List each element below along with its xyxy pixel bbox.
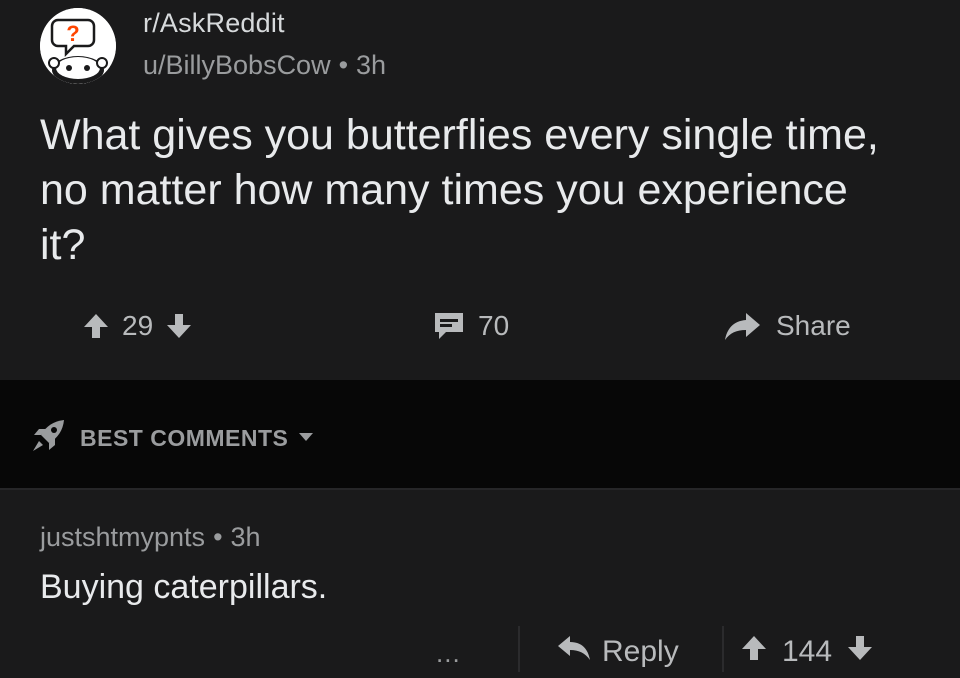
askreddit-snoo-icon: ? [40, 8, 116, 84]
meta-separator: • [338, 50, 349, 80]
action-divider [722, 626, 724, 672]
comment-age: 3h [230, 522, 261, 552]
comment-card: justshtmypnts • 3h Buying caterpillars. ..… [0, 492, 960, 678]
share-arrow-icon [722, 311, 762, 341]
post-score: 29 [122, 310, 154, 341]
comment-author[interactable]: justshtmypnts [40, 522, 205, 552]
reply-button[interactable]: Reply [556, 634, 679, 670]
comment-meta: justshtmypnts • 3h [40, 522, 261, 553]
downvote-icon[interactable] [165, 312, 193, 340]
reply-label: Reply [602, 635, 679, 668]
more-options-button[interactable]: ... [436, 638, 461, 669]
sort-dropdown[interactable]: BEST COMMENTS [30, 418, 314, 459]
post-age: 3h [356, 50, 387, 80]
post-vote-control: 29 [82, 310, 193, 342]
upvote-icon[interactable] [82, 312, 110, 340]
comment-actions: ... Reply 144 [0, 626, 960, 678]
post-author[interactable]: u/BillyBobsCow [143, 50, 331, 80]
meta-separator: • [213, 522, 223, 552]
question-mark-glyph: ? [66, 21, 79, 46]
post-actions: 29 70 Share [0, 300, 960, 360]
comment-count: 70 [478, 310, 510, 341]
comment-body: Buying caterpillars. [40, 568, 328, 606]
comment-score: 144 [782, 635, 833, 668]
action-divider [518, 626, 520, 672]
subreddit-name[interactable]: r/AskReddit [143, 8, 285, 39]
comment-vote-control: 144 [740, 634, 874, 670]
comment-bubble-icon [432, 310, 466, 342]
upvote-icon[interactable] [740, 634, 768, 670]
chevron-down-icon [298, 430, 314, 448]
post-meta: u/BillyBobsCow • 3h [143, 50, 386, 81]
post-title[interactable]: What gives you butterflies every single … [40, 108, 900, 273]
post-card: ? r/AskReddit u/BillyBobsCow • 3h What giv… [0, 0, 960, 380]
sort-label: BEST COMMENTS [80, 425, 289, 451]
share-button[interactable]: Share [722, 310, 851, 342]
subreddit-avatar[interactable]: ? [40, 8, 116, 84]
share-label: Share [776, 310, 851, 341]
reply-arrow-icon [556, 634, 592, 670]
downvote-icon[interactable] [846, 634, 874, 670]
comment-sort-bar: BEST COMMENTS [0, 380, 960, 490]
comments-button[interactable]: 70 [432, 310, 509, 342]
rocket-icon [30, 418, 68, 459]
